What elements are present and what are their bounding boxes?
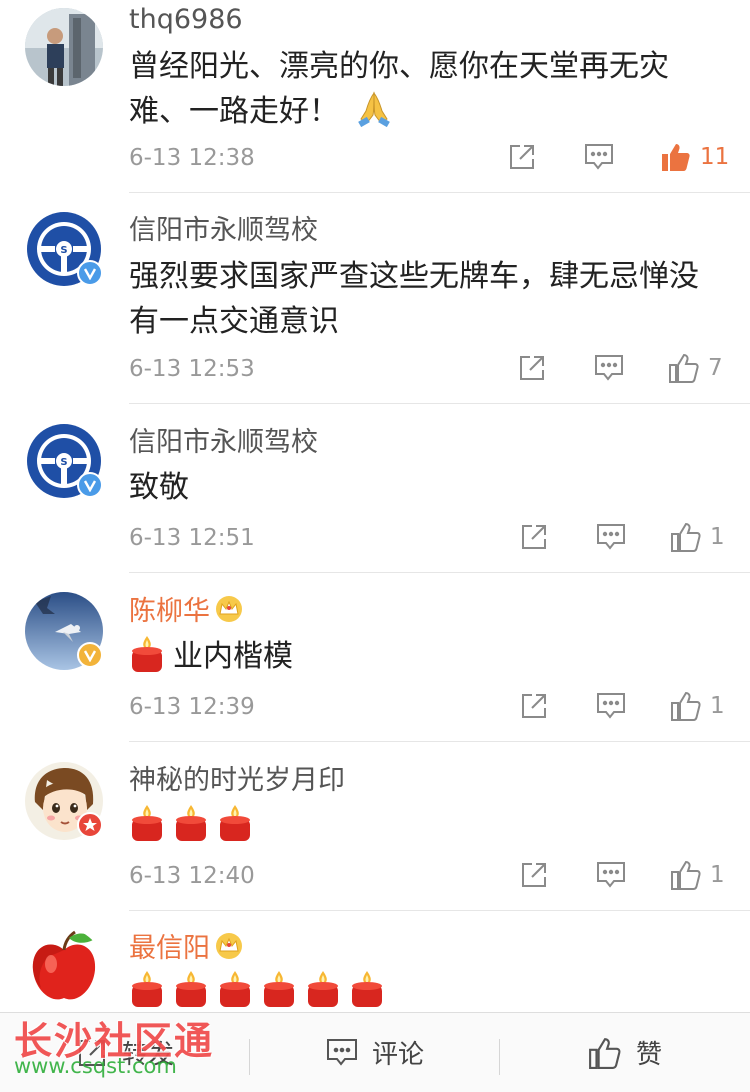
candle-icon (217, 803, 253, 843)
divider (129, 403, 750, 404)
comment-time: 6-13 12:51 (129, 525, 255, 551)
divider (129, 192, 750, 193)
comment-icon (597, 693, 625, 719)
like-count: 11 (700, 144, 730, 170)
candle-icon (217, 969, 253, 1009)
comment-text-content: 业内楷模 (173, 639, 293, 674)
comment-icon (595, 355, 623, 381)
avatar[interactable] (25, 762, 103, 840)
share-button[interactable] (520, 861, 548, 889)
candle-icon (173, 803, 209, 843)
comment-text: 曾经阳光、漂亮的你、愿你在天堂再无灾难、一路走好！ (129, 44, 719, 140)
thumbs-up-icon (671, 522, 701, 552)
share-icon (510, 145, 534, 169)
thumbs-up-icon (671, 691, 701, 721)
like-count: 1 (710, 524, 725, 550)
comment-time: 6-13 12:53 (129, 356, 255, 382)
candle-icon (305, 969, 341, 1009)
avatar[interactable] (25, 8, 103, 86)
share-icon (520, 356, 544, 380)
svg-text:S: S (60, 457, 67, 468)
reply-button[interactable] (596, 692, 626, 720)
username-text: 陈柳华 (129, 596, 210, 627)
username[interactable]: thq6986 (129, 2, 243, 38)
username[interactable]: 信阳市永顺驾校 (129, 425, 318, 461)
username[interactable]: 神秘的时光岁月印 (129, 763, 345, 799)
reply-button[interactable] (594, 354, 624, 382)
like-button[interactable]: 1 (670, 859, 725, 891)
reply-button[interactable] (584, 143, 614, 171)
comment-icon (326, 1038, 357, 1066)
like-button[interactable]: 赞 (500, 1013, 750, 1092)
svg-text:S: S (60, 245, 67, 256)
username[interactable]: 信阳市永顺驾校 (129, 213, 318, 249)
comment-text (129, 803, 719, 848)
comment-icon (597, 862, 625, 888)
comment-text: 业内楷模 (129, 634, 719, 679)
comment-text (129, 969, 719, 1014)
verified-badge-icon (77, 472, 103, 498)
verified-badge-icon (77, 642, 103, 668)
comment-icon (585, 144, 613, 170)
avatar[interactable]: S (25, 422, 103, 500)
like-button[interactable]: 1 (670, 690, 725, 722)
share-button[interactable] (518, 354, 546, 382)
share-icon (522, 863, 546, 887)
thumbs-up-icon (589, 1037, 621, 1069)
star-badge-icon (77, 812, 103, 838)
share-icon (522, 525, 546, 549)
candle-icon (261, 969, 297, 1009)
praying-hands-icon (355, 89, 393, 140)
share-button[interactable] (508, 143, 536, 171)
like-button[interactable]: 11 (660, 141, 729, 173)
comment-time: 6-13 12:38 (129, 145, 255, 171)
avatar[interactable]: S (25, 210, 103, 288)
comment-text-content: 曾经阳光、漂亮的你、愿你在天堂再无灾难、一路走好！ (129, 49, 669, 129)
vip-crown-icon (214, 595, 244, 633)
divider (129, 572, 750, 573)
like-count: 1 (710, 693, 725, 719)
comment-icon (597, 524, 625, 550)
username[interactable]: 最信阳 (129, 931, 244, 970)
watermark-url: www.csqst.com (14, 1054, 177, 1078)
candle-icon (129, 969, 165, 1009)
share-button[interactable] (520, 523, 548, 551)
like-count: 7 (708, 355, 723, 381)
like-label: 赞 (635, 1040, 662, 1070)
candle-icon (173, 969, 209, 1009)
comment-text: 强烈要求国家严查这些无牌车，肆无忌惮没有一点交通意识 (129, 259, 699, 339)
divider (129, 910, 750, 911)
share-icon (522, 694, 546, 718)
comment-time: 6-13 12:39 (129, 694, 255, 720)
comment-text: 致敬 (129, 470, 189, 505)
comment-button[interactable]: 评论 (250, 1013, 500, 1092)
like-count: 1 (710, 862, 725, 888)
username[interactable]: 陈柳华 (129, 594, 244, 633)
divider (129, 741, 750, 742)
share-button[interactable] (520, 692, 548, 720)
candle-icon (129, 634, 165, 674)
comment-time: 6-13 12:40 (129, 863, 255, 889)
candle-icon (129, 803, 165, 843)
verified-badge-icon (77, 260, 103, 286)
avatar[interactable] (25, 928, 103, 1006)
comment-label: 评论 (371, 1040, 424, 1070)
reply-button[interactable] (596, 523, 626, 551)
reply-button[interactable] (596, 861, 626, 889)
thumbs-up-icon (671, 860, 701, 890)
like-button[interactable]: 1 (670, 521, 725, 553)
thumbs-up-icon (669, 353, 699, 383)
thumbs-up-icon (662, 144, 690, 171)
candle-icon (349, 969, 385, 1009)
like-button[interactable]: 7 (668, 352, 723, 384)
avatar[interactable] (25, 592, 103, 670)
username-text: 最信阳 (129, 933, 210, 964)
vip-crown-icon (214, 932, 244, 970)
